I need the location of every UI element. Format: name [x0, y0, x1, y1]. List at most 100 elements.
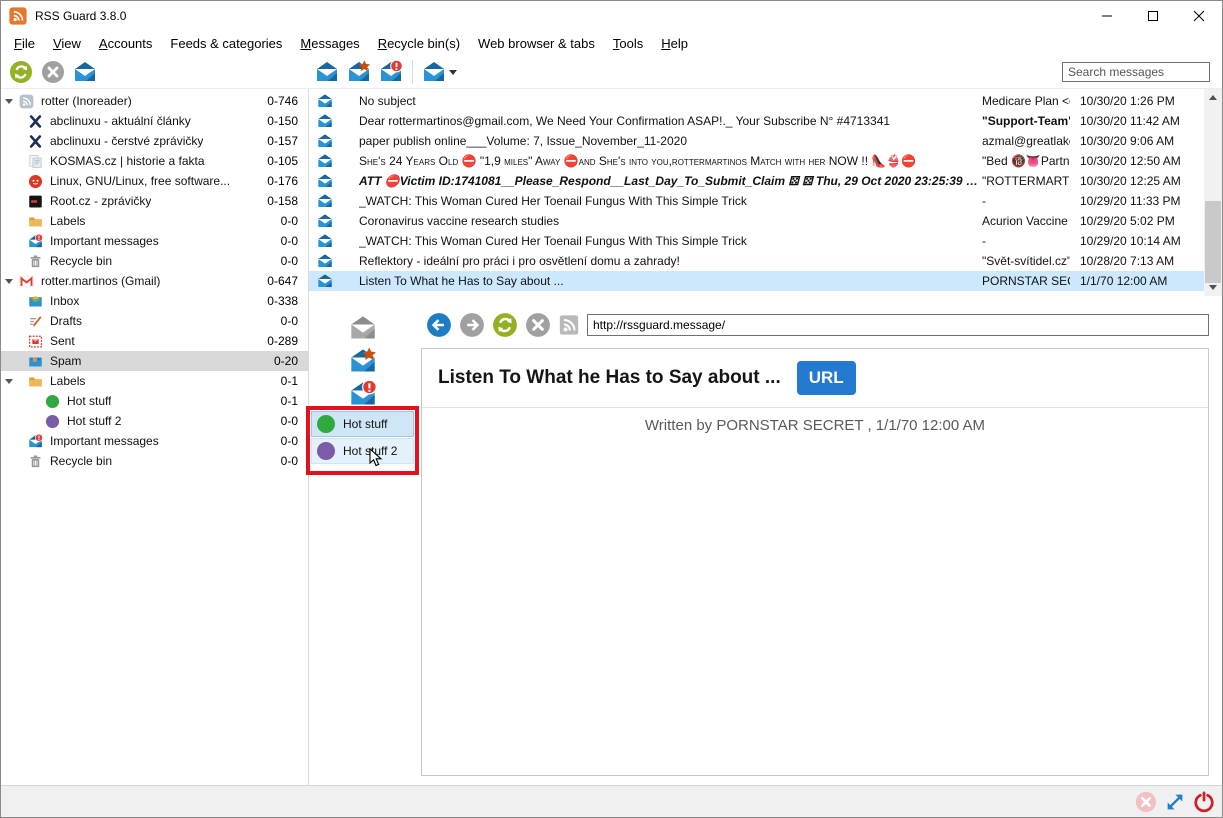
message-row[interactable]: _WATCH: This Woman Cured Her Toenail Fun… [309, 231, 1204, 251]
feed-item-drafts[interactable]: Drafts0-0 [1, 311, 308, 331]
menu-tools[interactable]: Tools [604, 33, 652, 54]
refresh-icon [9, 60, 33, 84]
toggle-read-button[interactable] [347, 314, 379, 344]
feeds-panel: rotter (Inoreader) 0-746 abclinuxu - aktuá… [1, 91, 308, 785]
message-sender: - [982, 234, 1070, 248]
message-row[interactable]: Coronavirus vaccine research studiesAcur… [309, 211, 1204, 231]
feed-item-hot-stuff[interactable]: Hot stuff0-1 [1, 391, 308, 411]
feed-item-abclinuxu-aktu-ln-l-nky[interactable]: abclinuxu - aktuální články 0-150 [1, 111, 308, 131]
menu-view[interactable]: View [44, 33, 90, 54]
label-color-icon [317, 442, 335, 460]
feed-item-recycle-bin[interactable]: Recycle bin0-0 [1, 251, 308, 271]
close-button[interactable] [1176, 1, 1222, 31]
message-row[interactable]: _WATCH: This Woman Cured Her Toenail Fun… [309, 191, 1204, 211]
menu-accounts[interactable]: Accounts [90, 33, 161, 54]
browser-toolbar [426, 311, 1209, 339]
feed-item-linux-gnu-linux-free-software[interactable]: Linux, GNU/Linux, free software...0-176 [1, 171, 308, 191]
chevron-expanded-icon[interactable] [5, 99, 13, 104]
feed-item-labels[interactable]: Labels0-1 [1, 371, 308, 391]
chevron-expanded-icon[interactable] [5, 279, 13, 284]
back-button[interactable] [426, 312, 452, 338]
feed-unread-count: 0-746 [267, 94, 308, 108]
feed-item-rotter-martinos-gmail[interactable]: rotter.martinos (Gmail)0-647 [1, 271, 308, 291]
pages-icon [28, 154, 43, 169]
feed-item-spam[interactable]: Spam0-20 [1, 351, 308, 371]
minimize-button[interactable] [1084, 1, 1130, 31]
mail-important-icon [28, 434, 43, 449]
menu-feeds-categories[interactable]: Feeds & categories [161, 33, 291, 54]
feed-item-root-cz-zpr-vi-ky[interactable]: Root.cz - zprávičky0-158 [1, 191, 308, 211]
mark-message-read-button[interactable] [313, 58, 341, 86]
mark-important-button[interactable] [345, 58, 373, 86]
feed-label: Root.cz - zprávičky [50, 194, 151, 208]
search-input[interactable] [1062, 62, 1210, 82]
message-row[interactable]: Dear rottermartinos@gmail.com, We Need Y… [309, 111, 1204, 131]
feed-item-hot-stuff-2[interactable]: Hot stuff 20-0 [1, 411, 308, 431]
feed-unread-count: 0-150 [267, 114, 308, 128]
message-list-scrollbar[interactable] [1204, 89, 1222, 296]
scroll-down-button[interactable] [1204, 279, 1222, 296]
window-title: RSS Guard 3.8.0 [35, 9, 126, 23]
message-row[interactable]: No subjectMedicare Plan <e...10/30/20 1:… [309, 91, 1204, 111]
feed-label: abclinuxu - aktuální články [50, 114, 191, 128]
forward-button[interactable] [459, 312, 485, 338]
update-feeds-button[interactable] [7, 58, 35, 86]
feed-label: Important messages [50, 234, 159, 248]
message-row[interactable]: Reflektory - ideální pro práci i pro osv… [309, 251, 1204, 271]
message-date: 10/30/20 12:25 AM [1070, 174, 1204, 188]
open-url-button[interactable]: URL [797, 361, 856, 395]
message-title-row: Listen To What he Has to Say about ... U… [422, 349, 1208, 408]
message-row[interactable]: Listen To What he Has to Say about ...PO… [309, 271, 1204, 291]
feed-item-kosmas-cz-historie-a-fakta[interactable]: KOSMAS.cz | historie a fakta0-105 [1, 151, 308, 171]
feed-item-important-messages[interactable]: Important messages0-0 [1, 231, 308, 251]
message-actions-dropdown-button[interactable] [420, 58, 458, 86]
menu-file[interactable]: File [5, 33, 44, 54]
feed-label: Sent [50, 334, 75, 348]
feed-item-abclinuxu-erstv-zpr-vi-ky[interactable]: abclinuxu - čerstvé zprávičky0-157 [1, 131, 308, 151]
menu-messages[interactable]: Messages [291, 33, 368, 54]
menu-help[interactable]: Help [652, 33, 697, 54]
feed-item-labels[interactable]: Labels0-0 [1, 211, 308, 231]
feed-item-inbox[interactable]: Inbox0-338 [1, 291, 308, 311]
feed-item-recycle-bin[interactable]: Recycle bin0-0 [1, 451, 308, 471]
message-subject: paper publish online___Volume: 7, Issue_… [359, 134, 982, 148]
stop-load-button[interactable] [525, 312, 551, 338]
stop-update-button[interactable] [39, 58, 67, 86]
message-date: 10/30/20 12:50 AM [1070, 154, 1204, 168]
toggle-important-button[interactable] [347, 347, 379, 377]
scroll-up-button[interactable] [1204, 89, 1222, 106]
feed-item-important-messages[interactable]: Important messages0-0 [1, 431, 308, 451]
url-input[interactable] [587, 314, 1209, 336]
message-row[interactable]: ATT ⛔Victim ID:1741081__Please_Respond__… [309, 171, 1204, 191]
toolbar-separator [412, 60, 413, 84]
feed-item-sent[interactable]: Sent0-289 [1, 331, 308, 351]
mark-unread-button[interactable] [377, 58, 405, 86]
reload-button[interactable] [492, 312, 518, 338]
message-subject: Listen To What he Has to Say about ... [359, 274, 982, 288]
scrollbar-thumb[interactable] [1205, 201, 1221, 283]
feed-label: Drafts [50, 314, 82, 328]
message-sender: azmal@greatlake... [982, 134, 1070, 148]
message-row[interactable]: She's 24 Years Old ⛔ "1,9 miles" Away ⛔a… [309, 151, 1204, 171]
menu-web-browser-tabs[interactable]: Web browser & tabs [469, 33, 604, 54]
chevron-expanded-icon[interactable] [5, 379, 13, 384]
message-subject: ATT ⛔Victim ID:1741081__Please_Respond__… [359, 174, 982, 188]
app-rss-icon [9, 7, 27, 25]
message-date: 10/28/20 7:13 AM [1070, 254, 1204, 268]
abclinuxu-icon [28, 134, 43, 149]
mail-open-blue-icon [315, 253, 335, 269]
mail-open-blue-icon [315, 233, 335, 249]
menu-recycle-bin-s[interactable]: Recycle bin(s) [369, 33, 469, 54]
feed-item-rotter-inoreader[interactable]: rotter (Inoreader) 0-746 [1, 91, 308, 111]
message-sender: Acurion Vaccine S... [982, 214, 1070, 228]
message-date: 10/29/20 11:33 PM [1070, 194, 1204, 208]
fullscreen-button[interactable] [1164, 791, 1186, 813]
label-assign-hot-stuff[interactable]: Hot stuff [311, 411, 414, 437]
feed-label: rotter (Inoreader) [41, 94, 132, 108]
mark-feed-read-button[interactable] [71, 58, 99, 86]
message-row[interactable]: paper publish online___Volume: 7, Issue_… [309, 131, 1204, 151]
mail-excl-icon [379, 60, 403, 84]
label-assign-hot-stuff-2[interactable]: Hot stuff 2 [311, 438, 414, 464]
quit-button[interactable] [1193, 791, 1215, 813]
maximize-button[interactable] [1130, 1, 1176, 31]
